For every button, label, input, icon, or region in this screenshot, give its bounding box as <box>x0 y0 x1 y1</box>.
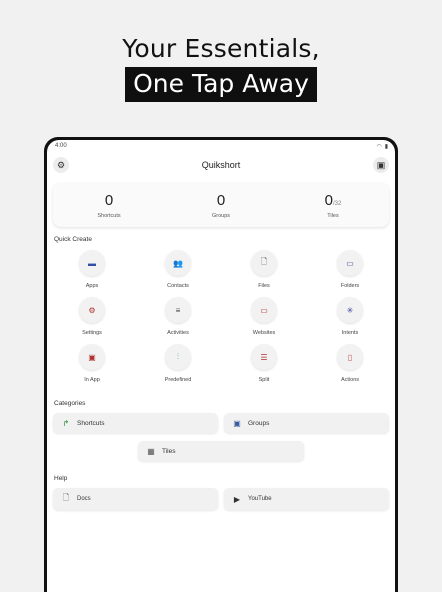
action-icon: ▯ <box>337 344 363 370</box>
status-bar: 4:00 ◠ ▮ <box>47 140 395 152</box>
quick-create-item-intents[interactable]: ✳ Intents <box>307 297 393 336</box>
count-value: 0 <box>104 191 114 209</box>
quick-create-item-files[interactable]: 🗋 Files <box>221 250 307 289</box>
tablet-device: 4:00 ◠ ▮ ⚙ Quikshort ▣ 0 Shortcuts 0 Gro… <box>44 137 398 592</box>
file-icon: 🗋 <box>251 250 277 276</box>
count-label: Tiles <box>327 212 339 219</box>
app-screen: 4:00 ◠ ▮ ⚙ Quikshort ▣ 0 Shortcuts 0 Gro… <box>47 140 395 592</box>
category-label: Tiles <box>162 447 176 455</box>
in-app-icon: ▣ <box>79 344 105 370</box>
quick-create-item-in-app[interactable]: ▣ In App <box>49 344 135 383</box>
headline-line-2: One Tap Away <box>125 67 317 102</box>
quick-create-label: In App <box>84 377 100 383</box>
help-label: YouTube <box>248 496 272 502</box>
quick-create-label: Apps <box>85 283 99 289</box>
quick-create-label: Split <box>258 377 270 383</box>
quick-create-item-apps[interactable]: ▬ Apps <box>49 250 135 289</box>
youtube-icon: ▶ <box>233 494 241 504</box>
quick-create-item-websites[interactable]: ▭ Websites <box>221 297 307 336</box>
category-label: Groups <box>248 419 270 427</box>
count-groups[interactable]: 0 Groups <box>165 183 277 227</box>
app-title: Quikshort <box>201 160 241 170</box>
headline-line-1: Your Essentials, <box>122 34 320 63</box>
status-time: 4:00 <box>55 143 67 149</box>
settings-button[interactable]: ⚙ <box>53 157 69 173</box>
wifi-icon: ◠ <box>376 143 382 150</box>
app-top-bar: ⚙ Quikshort ▣ <box>47 152 395 178</box>
help-docs-button[interactable]: 🗋 Docs <box>53 488 218 510</box>
shortcut-arrow-icon: ↱ <box>62 418 70 428</box>
help-label: Docs <box>77 496 91 502</box>
split-icon: ☰ <box>251 344 277 370</box>
quick-create-label: Folders <box>340 283 360 289</box>
settings-gear-icon: ⚙ <box>79 297 105 323</box>
category-shortcuts-button[interactable]: ↱ Shortcuts <box>53 413 218 433</box>
hub-icon: ✳ <box>337 297 363 323</box>
quick-create-grid: ▬ Apps 👥 Contacts 🗋 Files ▭ Folders ⚙ Settings ≡ Ac… <box>47 250 395 383</box>
gear-icon: ⚙ <box>56 159 66 170</box>
quick-create-item-folders[interactable]: ▭ Folders <box>307 250 393 289</box>
quick-create-label: Predefined <box>164 377 192 383</box>
count-label: Shortcuts <box>97 212 121 219</box>
count-label: Groups <box>211 212 231 219</box>
sliders-icon: ⫶ <box>165 344 191 370</box>
quick-create-item-activities[interactable]: ≡ Activities <box>135 297 221 336</box>
counts-card: 0 Shortcuts 0 Groups 0/32 Tiles <box>53 183 389 227</box>
quick-create-item-actions[interactable]: ▯ Actions <box>307 344 393 383</box>
quick-create-label: Websites <box>252 330 276 336</box>
quick-create-label: Actions <box>340 377 360 383</box>
quick-create-item-settings[interactable]: ⚙ Settings <box>49 297 135 336</box>
list-icon: ≡ <box>165 297 191 323</box>
help-title: Help <box>54 475 68 482</box>
save-button[interactable]: ▣ <box>372 157 389 173</box>
quick-create-title: Quick Create <box>54 236 92 243</box>
count-tiles[interactable]: 0/32 Tiles <box>277 183 389 227</box>
quick-create-label: Activities <box>167 330 189 336</box>
tiles-icon: ▦ <box>147 446 155 456</box>
quick-create-item-contacts[interactable]: 👥 Contacts <box>135 250 221 289</box>
quick-create-label: Intents <box>341 330 359 336</box>
battery-icon: ▮ <box>384 143 388 150</box>
category-tiles-button[interactable]: ▦ Tiles <box>138 441 304 461</box>
category-label: Shortcuts <box>77 419 105 427</box>
count-denom: /32 <box>333 200 342 207</box>
help-youtube-button[interactable]: ▶ YouTube <box>224 488 389 510</box>
count-value: 0 <box>216 191 226 209</box>
categories-title: Categories <box>54 400 86 407</box>
doc-icon: 🗋 <box>62 493 70 502</box>
save-icon: ▣ <box>376 159 386 170</box>
quick-create-label: Contacts <box>167 283 189 289</box>
website-icon: ▭ <box>251 297 277 323</box>
quick-create-item-predefined[interactable]: ⫶ Predefined <box>135 344 221 383</box>
quick-create-item-split[interactable]: ☰ Split <box>221 344 307 383</box>
headline: Your Essentials, One Tap Away <box>0 34 442 102</box>
android-icon: ▬ <box>79 250 105 276</box>
folder-icon: ▭ <box>337 250 363 276</box>
contacts-icon: 👥 <box>165 250 191 276</box>
count-shortcuts[interactable]: 0 Shortcuts <box>53 183 165 227</box>
quick-create-label: Files <box>258 283 270 289</box>
quick-create-label: Settings <box>82 330 102 336</box>
groups-icon: ▣ <box>233 418 241 428</box>
category-groups-button[interactable]: ▣ Groups <box>224 413 389 433</box>
count-value: 0 <box>324 191 333 209</box>
